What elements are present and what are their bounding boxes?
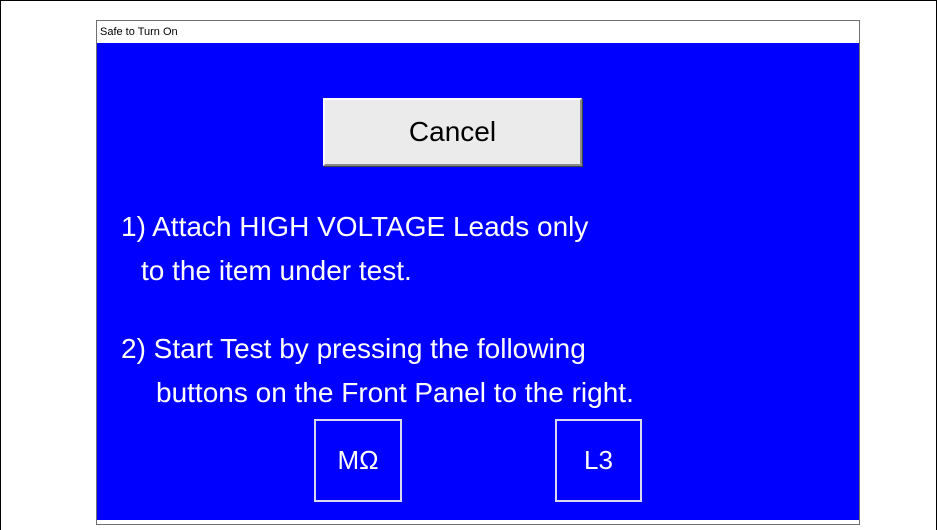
step1-line1: 1) Attach HIGH VOLTAGE Leads only (121, 211, 589, 242)
title-bar: Safe to Turn On (97, 21, 859, 42)
step2-line2: buttons on the Front Panel to the right. (156, 377, 634, 408)
window-title: Safe to Turn On (100, 26, 178, 38)
window-bottom-border (97, 520, 859, 524)
megohm-key-indicator: MΩ (314, 419, 402, 502)
step1-line2: to the item under test. (141, 255, 412, 286)
instruction-panel: Cancel 1) Attach HIGH VOLTAGE Leads only… (97, 43, 859, 520)
step2-line1: 2) Start Test by pressing the following (121, 333, 586, 364)
safe-to-turn-on-dialog: Safe to Turn On Cancel 1) Attach HIGH VO… (96, 20, 860, 525)
cancel-button[interactable]: Cancel (323, 98, 582, 166)
l3-key-indicator: L3 (555, 419, 642, 502)
